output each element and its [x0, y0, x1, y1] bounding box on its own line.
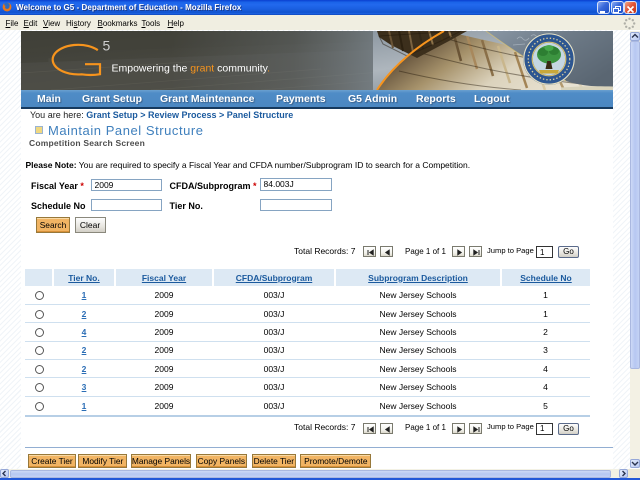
svg-text:5: 5	[103, 38, 111, 54]
svg-text:Empowering the grant community: Empowering the grant community.	[112, 63, 271, 75]
